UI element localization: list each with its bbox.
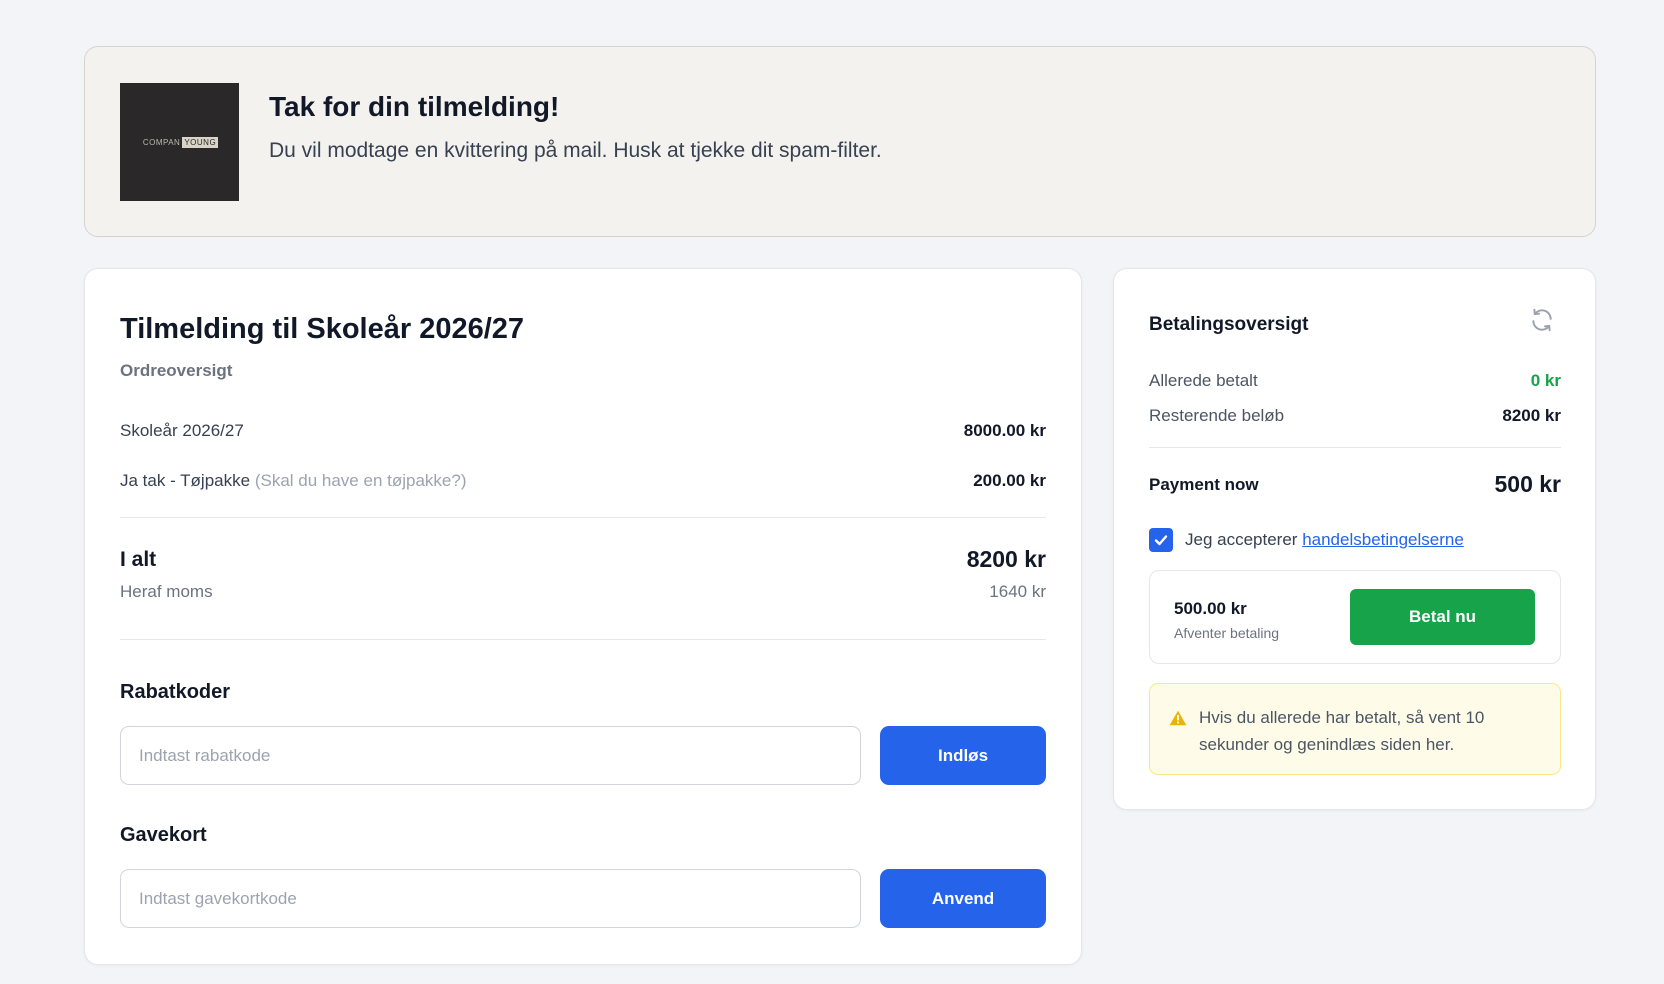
- divider: [120, 639, 1046, 640]
- line-item-label: Skoleår 2026/27: [120, 421, 244, 440]
- company-logo: COMPAN YOUNG: [120, 83, 239, 201]
- warning-alert: Hvis du allerede har betalt, så vent 10 …: [1149, 683, 1561, 775]
- logo-text-right: YOUNG: [182, 136, 219, 148]
- remaining-amount: 8200 kr: [1502, 406, 1561, 425]
- line-item-text: Ja tak - Tøjpakke (Skal du have en tøjpa…: [120, 471, 466, 491]
- checkmark-icon: [1154, 535, 1168, 546]
- payment-title: Betalingsoversigt: [1149, 314, 1309, 335]
- order-subtitle: Ordreoversigt: [120, 361, 233, 380]
- already-paid-label: Allerede betalt: [1149, 371, 1258, 390]
- terms-prefix: Jeg accepterer: [1185, 530, 1298, 549]
- pay-now-amount: 500 kr: [1494, 471, 1561, 497]
- vat-row: Heraf moms 1640 kr: [120, 582, 1046, 602]
- line-item-note: (Skal du have en tøjpakke?): [254, 471, 467, 490]
- total-amount: 8200 kr: [966, 546, 1046, 572]
- total-row: I alt 8200 kr: [120, 546, 1046, 573]
- terms-text: Jeg accepterer handelsbetingelserne: [1185, 530, 1464, 550]
- banner-subtitle: Du vil modtage en kvittering på mail. Hu…: [269, 139, 882, 162]
- giftcard-code-input[interactable]: [120, 869, 861, 928]
- warning-text: Hvis du allerede har betalt, så vent 10 …: [1199, 708, 1485, 754]
- remaining-label: Resterende beløb: [1149, 406, 1285, 425]
- discount-title: Rabatkoder: [120, 681, 231, 703]
- logo-text-left: COMPAN: [142, 137, 181, 147]
- total-label: I alt: [120, 547, 157, 571]
- giftcard-title: Gavekort: [120, 824, 207, 846]
- vat-amount: 1640 kr: [989, 582, 1046, 601]
- apply-giftcard-button[interactable]: Anvend: [880, 869, 1046, 928]
- line-item-label: Ja tak - Tøjpakke: [120, 471, 251, 490]
- pay-now-button[interactable]: Betal nu: [1350, 589, 1535, 645]
- terms-checkbox[interactable]: [1149, 528, 1173, 552]
- pay-now-label: Payment now: [1149, 474, 1259, 494]
- page: COMPAN YOUNG Tak for din tilmelding! Du …: [0, 0, 1664, 984]
- order-line-item: Ja tak - Tøjpakke (Skal du have en tøjpa…: [120, 471, 1046, 491]
- order-line-item: Skoleår 2026/27 8000.00 kr: [120, 421, 1046, 441]
- divider: [120, 517, 1046, 518]
- logo-wordmark: COMPAN YOUNG: [141, 136, 219, 148]
- line-item-amount: 8000.00 kr: [963, 421, 1046, 440]
- payment-box-status: Afventer betaling: [1174, 625, 1280, 641]
- vat-label: Heraf moms: [120, 582, 213, 601]
- payment-box-amount: 500.00 kr: [1174, 599, 1247, 618]
- banner-title: Tak for din tilmelding!: [269, 91, 560, 122]
- already-paid-amount: 0 kr: [1530, 371, 1561, 390]
- discount-code-input[interactable]: [120, 726, 861, 785]
- payment-box: 500.00 kr Afventer betaling Betal nu: [1149, 570, 1561, 664]
- confirmation-banner: COMPAN YOUNG Tak for din tilmelding! Du …: [84, 46, 1596, 237]
- pay-now-row: Payment now 500 kr: [1149, 471, 1561, 498]
- divider: [1149, 447, 1561, 448]
- refresh-icon[interactable]: [1529, 307, 1555, 333]
- order-card: Tilmelding til Skoleår 2026/27 Ordreover…: [84, 268, 1082, 965]
- warning-icon: [1169, 710, 1187, 726]
- terms-link[interactable]: handelsbetingelserne: [1302, 530, 1464, 549]
- already-paid-row: Allerede betalt 0 kr: [1149, 371, 1561, 391]
- payment-summary-card: Betalingsoversigt Allerede betalt 0 kr R…: [1113, 268, 1596, 810]
- line-item-amount: 200.00 kr: [973, 471, 1046, 490]
- remaining-row: Resterende beløb 8200 kr: [1149, 406, 1561, 426]
- order-title: Tilmelding til Skoleår 2026/27: [120, 313, 525, 345]
- terms-row: Jeg accepterer handelsbetingelserne: [1149, 528, 1464, 552]
- redeem-discount-button[interactable]: Indløs: [880, 726, 1046, 785]
